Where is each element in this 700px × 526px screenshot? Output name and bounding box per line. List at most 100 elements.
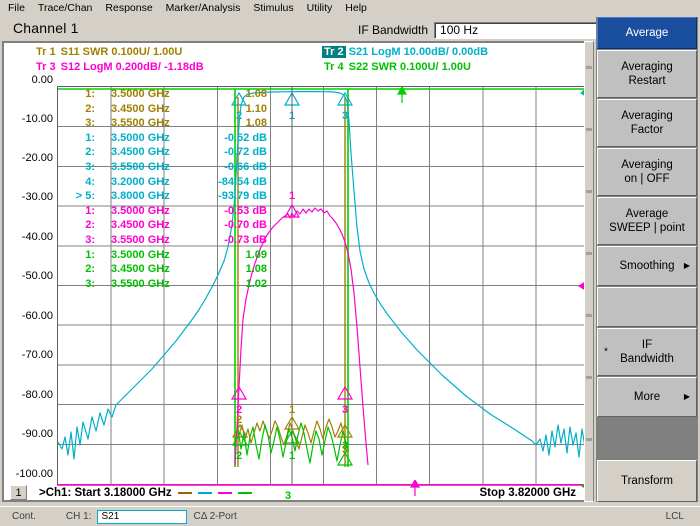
y-tick-10: -100.00 xyxy=(15,468,53,480)
y-tick-9: -90.00 xyxy=(21,428,53,440)
status-channel-label: CH 1: xyxy=(65,511,92,522)
marker-value: -84.54 dB xyxy=(218,175,267,188)
marker-frequency: 3.4500 GHz xyxy=(111,146,170,159)
marker-index: 1: xyxy=(85,88,95,100)
menu-item-file[interactable]: File xyxy=(8,2,25,14)
marker-row: 2: 3.4500 GHz -0.70 dB xyxy=(59,219,275,234)
marker-row: 3: 3.5500 GHz -0.73 dB xyxy=(59,234,275,249)
trace-legend: Tr 1 S11 SWR 0.100U/ 1.00U Tr 2 S21 LogM… xyxy=(4,45,590,77)
softkey-average-header[interactable]: Average xyxy=(597,17,697,49)
if-bandwidth-input[interactable]: 100 Hz xyxy=(434,21,608,39)
marker-index: 3: xyxy=(85,277,95,290)
softkey-averaging-on-off[interactable]: Averaging on | OFF xyxy=(597,148,697,196)
marker-value: -0.66 dB xyxy=(224,160,267,173)
softkey-label-line2: on | OFF xyxy=(624,173,670,185)
menu-item-trace-chan[interactable]: Trace/Chan xyxy=(38,2,92,14)
menu-item-marker-analysis[interactable]: Marker/Analysis xyxy=(166,2,241,14)
trace-legend-tr4[interactable]: Tr 4 S22 SWR 0.100U/ 1.00U xyxy=(322,61,471,73)
asterisk-icon: * xyxy=(604,346,608,358)
softkey-averaging-restart[interactable]: Averaging Restart xyxy=(597,50,697,98)
marker-frequency: 3.5000 GHz xyxy=(111,248,170,261)
softkey-transform[interactable]: Transform xyxy=(597,460,697,502)
trace-legend-tr3-tag: Tr 3 xyxy=(36,61,56,73)
softkey-average-sweep-point[interactable]: Average SWEEP | point xyxy=(597,197,697,245)
marker-value: 1.10 xyxy=(245,102,267,115)
y-tick-1: -10.00 xyxy=(21,113,53,125)
marker-row: 3: 3.5500 GHz 1.02 xyxy=(59,278,275,293)
marker-index: 3: xyxy=(85,117,95,130)
marker-value: -0.72 dB xyxy=(224,146,267,159)
scrollbar-segment xyxy=(586,66,592,69)
menu-item-stimulus[interactable]: Stimulus xyxy=(253,2,293,14)
svg-text:2: 2 xyxy=(236,450,242,462)
svg-text:3: 3 xyxy=(342,110,348,122)
marker-index: 1: xyxy=(85,248,95,261)
marker-value: 1.08 xyxy=(245,263,267,276)
y-tick-2: -20.00 xyxy=(21,152,53,164)
plot-area[interactable]: 2 1 3 1 2 3 xyxy=(57,86,590,485)
if-bandwidth-entry: IF Bandwidth 100 Hz ▲ ▼ xyxy=(358,21,622,39)
trace-legend-tr3[interactable]: Tr 3 S12 LogM 0.200dB/ -1.18dB xyxy=(34,61,204,73)
marker-index: 4: xyxy=(85,175,95,188)
marker-row: 2: 3.4500 GHz -0.72 dB xyxy=(59,146,275,161)
softkey-more[interactable]: More ▶ xyxy=(597,377,697,417)
softkey-blank[interactable] xyxy=(597,287,697,327)
marker-value: 1.08 xyxy=(245,88,267,100)
graph-scrollbar[interactable] xyxy=(584,41,594,502)
marker-index: 3: xyxy=(85,233,95,246)
trace-legend-tr2-tag: Tr 2 xyxy=(322,46,346,58)
channel-title: Channel 1 xyxy=(13,20,79,36)
scrollbar-segment xyxy=(586,314,592,317)
marker-frequency: 3.5500 GHz xyxy=(111,117,170,130)
softkey-label: Transform xyxy=(621,475,673,487)
svg-text:1: 1 xyxy=(289,450,295,462)
marker-frequency: 3.5500 GHz xyxy=(111,160,170,173)
softkey-label-line1: Average xyxy=(625,208,669,220)
trace-legend-tr2-text: S21 LogM 10.00dB/ 0.00dB xyxy=(348,46,489,58)
marker-frequency: 3.5500 GHz xyxy=(111,233,170,246)
svg-text:2: 2 xyxy=(236,414,242,426)
softkey-label-line1: IF xyxy=(641,339,653,351)
status-parameter-box[interactable]: S21 xyxy=(97,509,188,524)
softkey-label: More xyxy=(633,391,661,403)
chevron-right-icon: ▶ xyxy=(683,261,690,270)
status-local-indicator: LCL xyxy=(665,511,684,522)
trace-legend-tr1-tag: Tr 1 xyxy=(36,46,56,58)
y-tick-3: -30.00 xyxy=(21,191,53,203)
y-axis-labels: 0.00 -10.00 -20.00 -30.00 -40.00 -50.00 … xyxy=(4,74,56,489)
svg-text:3: 3 xyxy=(342,404,348,416)
softkey-smoothing[interactable]: Smoothing ▶ xyxy=(597,246,697,286)
trace-legend-tr4-tag: Tr 4 xyxy=(324,61,344,73)
marker-index: 2: xyxy=(85,219,95,232)
menu-item-utility[interactable]: Utility xyxy=(307,2,333,14)
marker-row: 1: 3.5000 GHz 1.09 xyxy=(59,249,275,264)
marker-frequency: 3.2000 GHz xyxy=(111,175,170,188)
scrollbar-segment xyxy=(586,252,592,255)
marker-value: -0.70 dB xyxy=(224,219,267,232)
softkey-averaging-factor[interactable]: Averaging Factor xyxy=(597,99,697,147)
menu-item-response[interactable]: Response xyxy=(105,2,152,14)
status-bar: Cont. CH 1: S21 CΔ 2-Port LCL xyxy=(0,506,700,526)
marker-index: 1: xyxy=(85,204,95,217)
softkey-label-line1: Averaging xyxy=(621,159,673,171)
trace-legend-tr1[interactable]: Tr 1 S11 SWR 0.100U/ 1.00U xyxy=(34,46,182,58)
marker-frequency: 3.5000 GHz xyxy=(111,131,170,144)
marker-value: -0.73 dB xyxy=(224,233,267,246)
trace-legend-tr2[interactable]: Tr 2 S21 LogM 10.00dB/ 0.00dB xyxy=(322,46,488,58)
marker-row: 3: 3.5500 GHz -0.66 dB xyxy=(59,161,275,176)
svg-text:1: 1 xyxy=(289,404,295,416)
softkey-label-line2: Restart xyxy=(628,75,666,87)
softkey-label-line2: Factor xyxy=(630,124,664,136)
svg-text:3: 3 xyxy=(342,440,348,452)
scrollbar-segment xyxy=(586,128,592,131)
scrollbar-segment xyxy=(586,376,592,379)
axis-overlay: 3 xyxy=(57,480,590,502)
softkey-label: Average xyxy=(625,27,669,39)
marker-readout-table: 1: 3.5000 GHz 1.08 2: 3.4500 GHz 1.10 3:… xyxy=(59,88,275,292)
marker-frequency: 3.5500 GHz xyxy=(111,277,170,290)
scrollbar-segment xyxy=(586,438,592,441)
channel-number-box[interactable]: 1 xyxy=(10,485,27,500)
menu-item-help[interactable]: Help xyxy=(345,2,367,14)
softkey-if-bandwidth[interactable]: * IF Bandwidth xyxy=(597,328,697,376)
marker-row: 1: 3.5000 GHz 1.08 xyxy=(59,88,275,103)
